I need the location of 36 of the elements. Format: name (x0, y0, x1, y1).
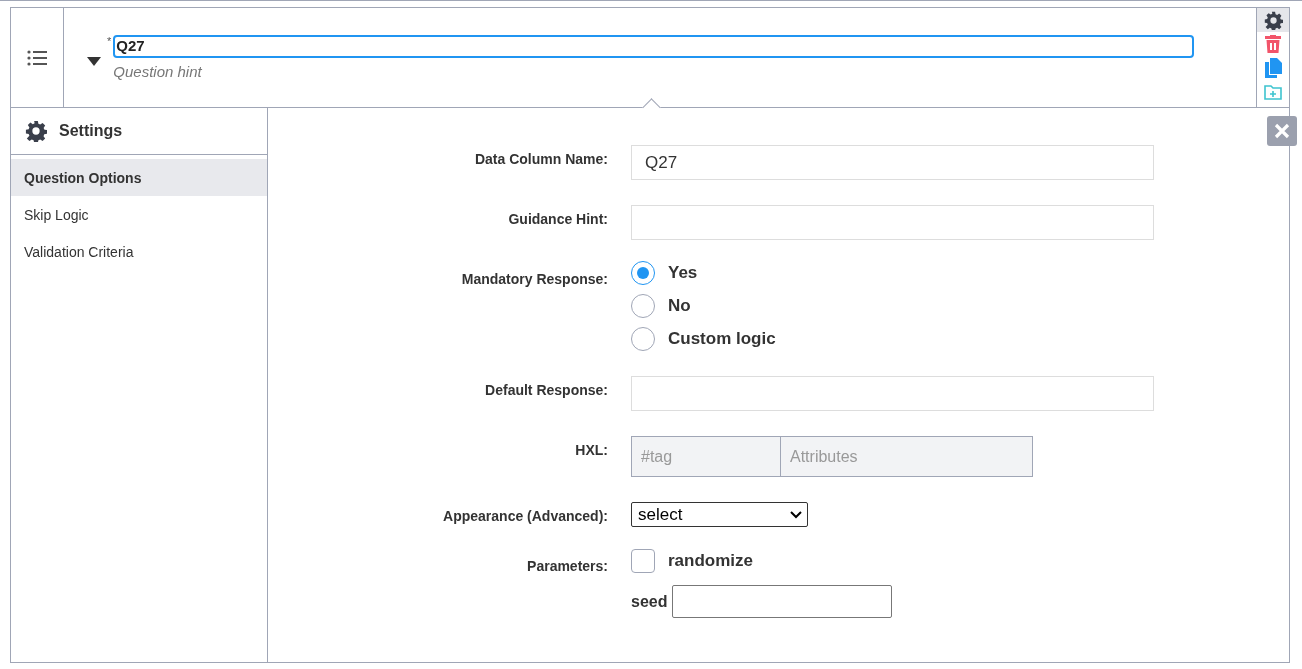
checkbox[interactable] (631, 549, 655, 573)
radio-label: Custom logic (668, 329, 776, 349)
radio-label: No (668, 296, 691, 316)
settings-title: Settings (59, 122, 123, 140)
field-label: Default Response: (484, 381, 608, 400)
field-label: Parameters: (526, 557, 608, 576)
trash-icon (1265, 35, 1281, 53)
copy-icon (1264, 58, 1282, 78)
field-label: Appearance (Advanced): (442, 507, 608, 526)
settings-button[interactable] (1257, 8, 1289, 32)
gear-icon (25, 120, 47, 142)
seed-field[interactable] (672, 585, 893, 618)
close-icon (1274, 123, 1290, 139)
field-label: Mandatory Response: (460, 270, 608, 289)
list-icon[interactable] (27, 49, 47, 66)
seed-label: seed (631, 592, 668, 611)
settings-tab[interactable]: Validation Criteria (11, 233, 267, 270)
caret-icon[interactable] (86, 55, 102, 67)
field-label: HXL: (574, 441, 608, 460)
chevron-icon (790, 510, 802, 519)
checkbox-label: randomize (668, 551, 754, 571)
text-field[interactable] (631, 205, 1154, 240)
radio-label: Yes (668, 263, 698, 283)
question-hint[interactable]: Question hint (113, 63, 1194, 80)
field-label: Data Column Name: (473, 150, 608, 169)
required-mark: * (107, 35, 112, 49)
field-label: Guidance Hint: (507, 210, 608, 229)
text-field[interactable] (631, 376, 1154, 411)
appearance-dropdown[interactable]: select (631, 502, 808, 527)
close-button[interactable] (1267, 116, 1297, 146)
folder-plus-icon (1264, 84, 1282, 100)
settings-tab[interactable]: Skip Logic (11, 196, 267, 233)
text-field[interactable]: Q27 (631, 145, 1154, 180)
gear-icon (1263, 10, 1283, 30)
settings-tab[interactable]: Question Options (11, 159, 267, 196)
question-label-field[interactable]: Q27 (113, 35, 1194, 58)
